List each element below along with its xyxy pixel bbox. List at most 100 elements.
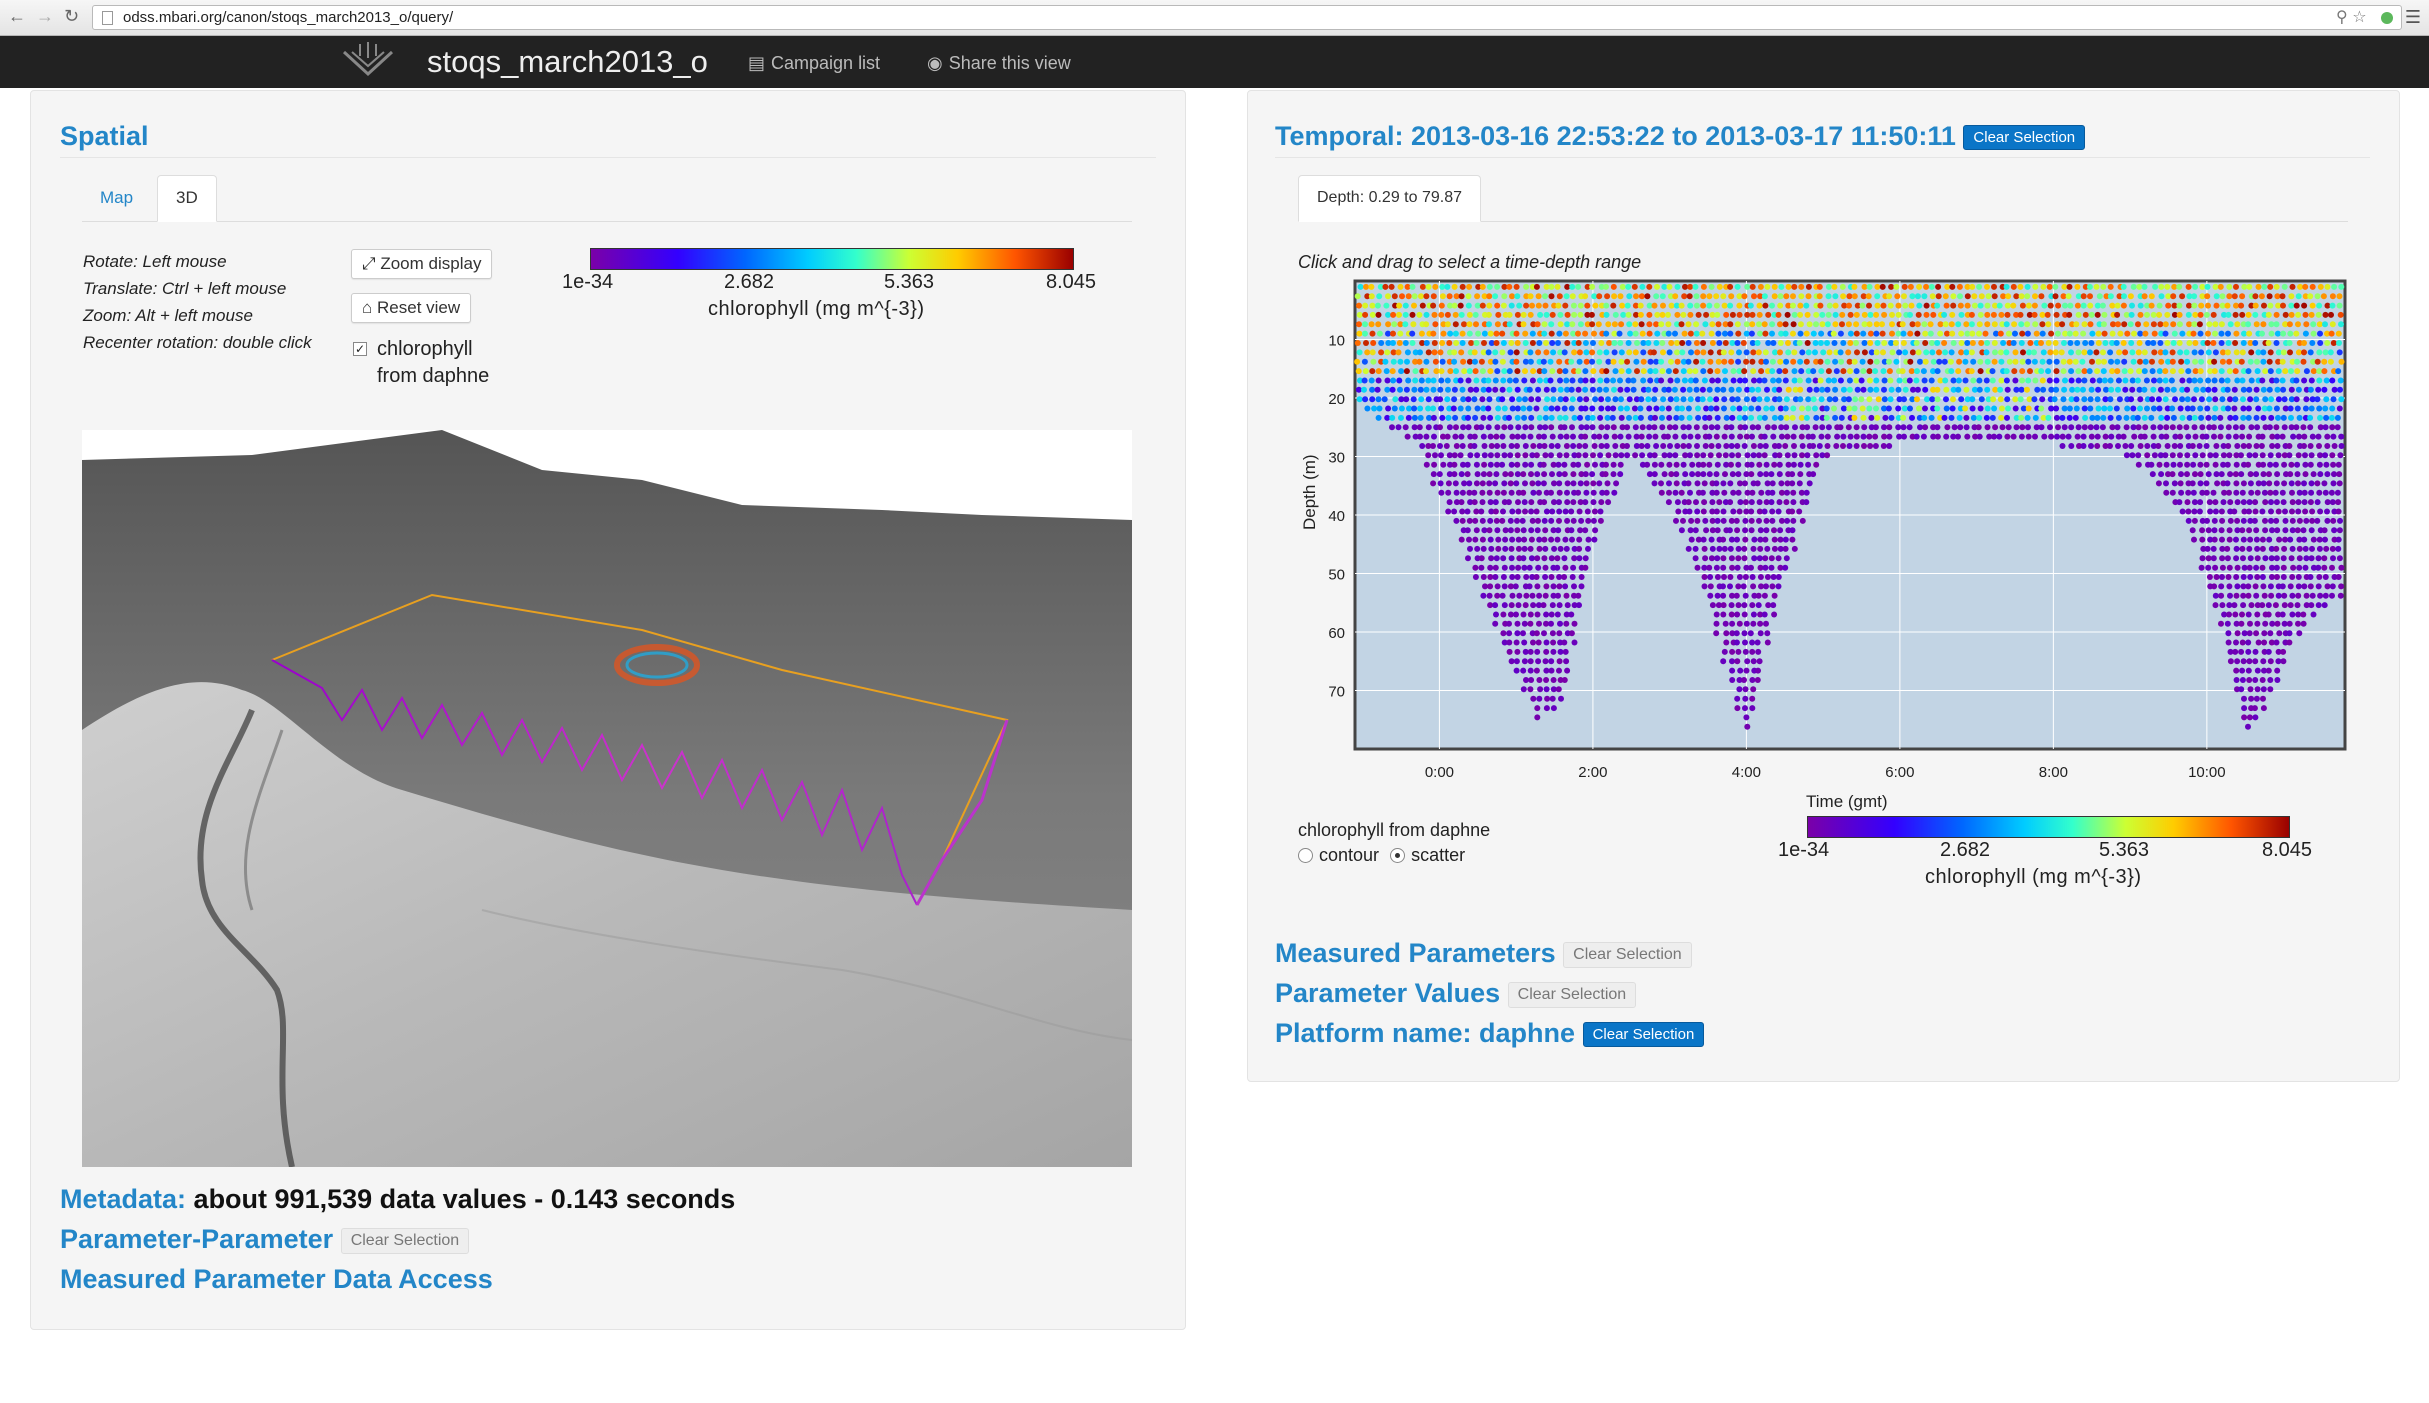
scatter-point <box>2254 611 2261 618</box>
scatter-point <box>1588 311 1595 318</box>
scatter-point <box>2245 414 2252 421</box>
scatter-point <box>1853 340 1859 346</box>
scatter-point <box>1561 471 1568 478</box>
scatter-point <box>1813 414 1820 421</box>
scatter-point <box>1561 349 1568 356</box>
measured-parameter-data-access-link[interactable]: Measured Parameter Data Access <box>60 1264 493 1295</box>
scatter-point <box>1917 358 1923 365</box>
reset-view-button[interactable]: ⌂ Reset view <box>351 293 472 323</box>
scatter-point <box>2321 386 2328 393</box>
chlorophyll-checkbox-row[interactable]: ✓ chlorophyll from daphne <box>353 336 489 390</box>
scatter-point <box>2179 293 2186 300</box>
time-depth-plot[interactable]: 10203040506070 0:00 2:00 4:00 6:00 8:00 10:00 <box>1300 278 2355 818</box>
scatter-point <box>1521 536 1528 543</box>
scatter-point <box>1603 386 1610 393</box>
scatter-point <box>1555 461 1562 468</box>
scatter-point <box>1500 574 1507 580</box>
spatial-title[interactable]: Spatial <box>60 121 149 152</box>
chlorophyll-checkbox[interactable]: ✓ <box>353 342 367 356</box>
scatter-point <box>2199 536 2206 543</box>
forward-icon[interactable]: → <box>36 6 54 27</box>
scatter-point <box>1803 499 1810 506</box>
scatter-point <box>2203 461 2210 468</box>
scatter-point <box>1543 611 1550 618</box>
tab-depth-range[interactable]: Depth: 0.29 to 79.87 <box>1298 175 1481 222</box>
scatter-point <box>1589 386 1596 393</box>
clear-selection-button[interactable]: Clear Selection <box>1507 981 1637 1008</box>
scatter-point <box>1603 461 1609 468</box>
scatter-point <box>1583 358 1590 365</box>
scatter-point <box>1562 508 1569 515</box>
bookmark-star-icon[interactable]: ☆ <box>2352 9 2366 26</box>
extension-icon[interactable] <box>2381 11 2393 24</box>
scatter-point <box>1991 405 1998 412</box>
parameter-parameter-link[interactable]: Parameter-Parameter <box>60 1224 333 1254</box>
scatter-point <box>1969 330 1976 337</box>
scatter-point <box>1540 358 1547 365</box>
clear-selection-button[interactable]: Clear Selection <box>340 1227 470 1254</box>
3d-viewer[interactable] <box>82 430 1132 1167</box>
tab-map[interactable]: Map <box>82 176 151 220</box>
scatter-point <box>1542 658 1549 665</box>
scatter-point <box>2239 424 2246 431</box>
scatter-point <box>2248 695 2255 702</box>
scatter-point <box>2013 424 2020 431</box>
clear-selection-button[interactable]: Clear Selection <box>1563 941 1692 968</box>
platform-name-link[interactable]: Platform name: daphne <box>1275 1018 1575 1048</box>
scatter-point <box>1374 302 1381 309</box>
scatter-point <box>2053 405 2060 412</box>
zoom-display-button[interactable]: ⤢ Zoom display <box>351 249 493 279</box>
scatter-point <box>1430 471 1437 478</box>
scatter-point <box>2273 311 2280 318</box>
measured-parameters-link[interactable]: Measured Parameters <box>1275 938 1556 968</box>
3d-terrain-canvas[interactable] <box>82 430 1132 1167</box>
reload-icon[interactable]: ↻ <box>64 6 79 27</box>
scatter-point <box>2100 349 2106 356</box>
scatter-point <box>1604 293 1611 300</box>
clear-selection-button[interactable]: Clear Selection <box>1582 1022 1705 1048</box>
scatter-point <box>1934 396 1941 403</box>
campaign-list-link[interactable]: ▤ Campaign list <box>748 53 880 74</box>
back-icon[interactable]: ← <box>8 6 26 27</box>
share-view-link[interactable]: ◉ Share this view <box>927 53 1071 74</box>
scatter-point <box>1527 686 1534 693</box>
stoqs-logo-icon[interactable] <box>338 40 398 80</box>
scatter-point <box>1921 377 1928 384</box>
scatter-point <box>1548 293 1555 300</box>
menu-icon[interactable]: ☰ <box>2405 7 2421 28</box>
scatter-point <box>2274 677 2281 683</box>
scatter-point <box>2273 480 2280 487</box>
scatter-point <box>2088 443 2094 449</box>
scatter-point <box>1764 283 1771 290</box>
scatter-point <box>1748 330 1755 337</box>
radio-contour[interactable] <box>1298 848 1313 863</box>
parameter-values-link[interactable]: Parameter Values <box>1275 978 1500 1008</box>
scatter-point <box>2260 480 2267 487</box>
scatter-point <box>1411 293 1418 300</box>
scatter-point <box>1471 396 1478 403</box>
scatter-point <box>1514 433 1521 440</box>
scatter-point <box>1934 386 1941 393</box>
tab-3d[interactable]: 3D <box>157 175 217 222</box>
scatter-point <box>2060 396 2067 403</box>
metadata-label[interactable]: Metadata: <box>60 1184 186 1214</box>
scatter-point <box>1598 499 1605 506</box>
scatter-point <box>2253 564 2260 571</box>
scatter-point <box>1571 555 1578 562</box>
scatter-point <box>1492 377 1499 384</box>
scatter-point <box>1714 311 1721 318</box>
brand-title[interactable]: stoqs_march2013_o <box>427 44 708 80</box>
temporal-title[interactable]: Temporal: 2013-03-16 22:53:22 to 2013-03… <box>1275 121 1956 151</box>
scatter-point <box>1826 396 1833 403</box>
radio-scatter[interactable] <box>1390 848 1406 863</box>
zoom-icon[interactable]: ⚲ <box>2336 9 2348 26</box>
scatter-point <box>2038 340 2044 346</box>
scatter-point <box>2032 414 2039 421</box>
scatter-point <box>1997 396 2004 403</box>
scatter-point <box>2189 480 2196 487</box>
scatter-point <box>1685 340 1692 346</box>
scatter-point <box>1540 480 1547 487</box>
clear-selection-button[interactable]: Clear Selection <box>1963 125 2086 151</box>
scatter-point <box>2328 414 2335 421</box>
address-bar[interactable]: odss.mbari.org/canon/stoqs_march2013_o/q… <box>92 5 2402 30</box>
